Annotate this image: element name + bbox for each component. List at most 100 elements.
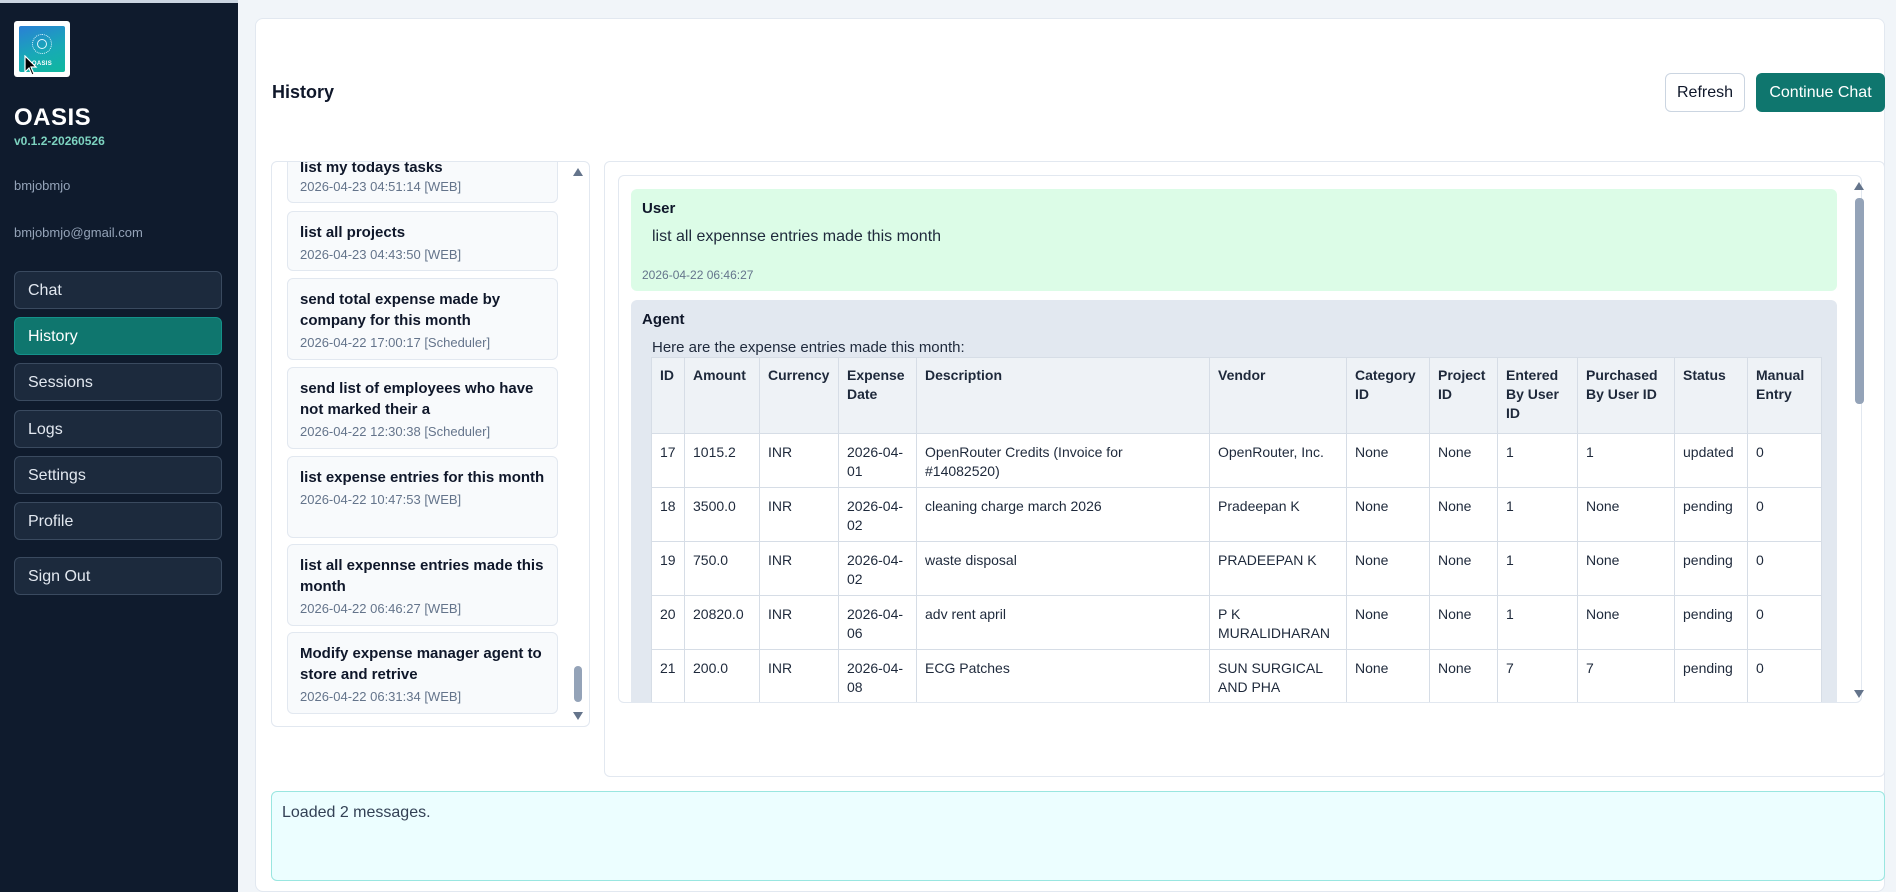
session-title: list my todays tasks (300, 161, 443, 176)
session-item[interactable]: list my todays tasks 2026-04-23 04:51:14… (287, 161, 558, 203)
table-header-row: ID Amount Currency Expense Date Descript… (651, 357, 1822, 434)
scrollbar-thumb[interactable] (574, 666, 582, 702)
message-list-scrollbar[interactable] (1852, 180, 1866, 700)
continue-chat-button[interactable]: Continue Chat (1756, 73, 1885, 112)
table-cell: None (1346, 595, 1430, 650)
session-item[interactable]: list all expennse entries made this mont… (287, 544, 558, 626)
table-cell: 1 (1497, 541, 1578, 596)
table-cell: 7 (1577, 649, 1675, 702)
user-message-text: list all expennse entries made this mont… (652, 228, 942, 245)
agent-message-label: Agent (642, 311, 685, 328)
user-message-time: 2026-04-22 06:46:27 (642, 268, 754, 282)
column-header: Description (916, 357, 1210, 434)
nav-history[interactable]: History (14, 317, 222, 355)
table-cell: None (1429, 541, 1498, 596)
agent-message: Agent Here are the expense entries made … (631, 300, 1837, 702)
session-meta: 2026-04-23 04:51:14 [WEB] (300, 179, 462, 194)
table-cell: 0 (1747, 433, 1822, 488)
column-header: Entered By User ID (1497, 357, 1578, 434)
session-item[interactable]: list expense entries for this month 2026… (287, 456, 558, 538)
table-cell: 2026-04-01 (838, 433, 917, 488)
page-title: History (272, 82, 335, 102)
nav-profile[interactable]: Profile (14, 502, 222, 540)
table-cell: 200.0 (684, 649, 760, 702)
app-name: OASIS (14, 104, 92, 131)
table-cell: 2026-04-08 (838, 649, 917, 702)
nav-chat[interactable]: Chat (14, 271, 222, 309)
table-cell: 0 (1747, 649, 1822, 702)
table-cell: 750.0 (684, 541, 760, 596)
table-cell: None (1429, 649, 1498, 702)
table-cell: pending (1674, 649, 1748, 702)
table-body: 17 1015.2 INR 2026-04-01 OpenRouter Credits … (651, 433, 1822, 702)
table-cell: OpenRouter, Inc. (1209, 433, 1347, 488)
sidebar: OASIS OASIS v0.1.2-20260526 bmjobmjo bmj… (0, 0, 238, 892)
session-meta: 2026-04-23 04:43:50 [WEB] (300, 247, 462, 262)
session-item[interactable]: send total expense made by company for t… (287, 278, 558, 360)
table-cell: 1 (1497, 433, 1578, 488)
scroll-down-icon[interactable] (573, 712, 583, 720)
scrollbar-thumb[interactable] (1855, 198, 1864, 404)
table-row: 18 3500.0 INR 2026-04-02 cleaning charge mar… (651, 487, 1822, 542)
table-cell: PRADEEPAN K (1209, 541, 1347, 596)
table-cell: None (1577, 595, 1675, 650)
table-cell: 1 (1497, 595, 1578, 650)
table-cell: 1 (1497, 487, 1578, 542)
session-meta: 2026-04-22 06:46:27 [WEB] (300, 601, 462, 616)
table-cell: 1 (1577, 433, 1675, 488)
column-header: Purchased By User ID (1577, 357, 1675, 434)
session-list[interactable]: list my todays tasks 2026-04-23 04:51:14… (271, 161, 590, 727)
table-row: 21 200.0 INR 2026-04-08 ECG Patches SUN SURGI… (651, 649, 1822, 702)
table-cell: 19 (651, 541, 685, 596)
session-item[interactable]: list all projects 2026-04-23 04:43:50 [W… (287, 211, 558, 271)
session-meta: 2026-04-22 12:30:38 [Scheduler] (300, 424, 491, 439)
table-cell: 0 (1747, 595, 1822, 650)
table-cell: None (1346, 541, 1430, 596)
session-list-scrollbar[interactable] (571, 166, 585, 722)
table-cell: INR (759, 649, 839, 702)
table-cell: INR (759, 433, 839, 488)
nav-logs[interactable]: Logs (14, 410, 222, 448)
table-cell: None (1577, 487, 1675, 542)
session-title: send total expense made by company for t… (300, 291, 501, 329)
expense-table: ID Amount Currency Expense Date Descript… (651, 357, 1822, 702)
session-meta: 2026-04-22 06:31:34 [WEB] (300, 689, 462, 704)
table-cell: INR (759, 541, 839, 596)
message-list[interactable]: User list all expennse entries made this… (618, 175, 1862, 703)
table-cell: 0 (1747, 541, 1822, 596)
table-cell: 1015.2 (684, 433, 760, 488)
session-item[interactable]: Modify expense manager agent to store an… (287, 632, 558, 714)
table-cell: 2026-04-06 (838, 595, 917, 650)
table-cell: 21 (651, 649, 685, 702)
table-cell: 20820.0 (684, 595, 760, 650)
app-logo[interactable]: OASIS (14, 21, 70, 77)
table-cell: 0 (1747, 487, 1822, 542)
column-header: ID (651, 357, 685, 434)
scroll-down-icon[interactable] (1854, 690, 1864, 698)
table-cell: updated (1674, 433, 1748, 488)
user-name: bmjobmjo (14, 178, 71, 193)
column-header: Currency (759, 357, 839, 434)
column-header: Expense Date (838, 357, 917, 434)
session-title: list expense entries for this month (300, 469, 545, 486)
user-message-label: User (642, 200, 676, 217)
user-message: User list all expennse entries made this… (631, 189, 1837, 291)
column-header: Category ID (1346, 357, 1430, 434)
nav-settings[interactable]: Settings (14, 456, 222, 494)
table-cell: 7 (1497, 649, 1578, 702)
refresh-button[interactable]: Refresh (1665, 73, 1745, 112)
app-version: v0.1.2-20260526 (14, 134, 105, 148)
sign-out-button[interactable]: Sign Out (14, 557, 222, 595)
table-cell: INR (759, 487, 839, 542)
table-cell: 18 (651, 487, 685, 542)
nav-sessions[interactable]: Sessions (14, 363, 222, 401)
column-header: Vendor (1209, 357, 1347, 434)
scroll-up-icon[interactable] (573, 168, 583, 176)
table-cell: None (1346, 433, 1430, 488)
column-header: Manual Entry (1747, 357, 1822, 434)
table-cell: OpenRouter Credits (Invoice for #1408252… (916, 433, 1210, 488)
table-cell: None (1429, 487, 1498, 542)
scroll-up-icon[interactable] (1854, 182, 1864, 190)
session-item[interactable]: send list of employees who have not mark… (287, 367, 558, 449)
table-cell: Pradeepan K (1209, 487, 1347, 542)
